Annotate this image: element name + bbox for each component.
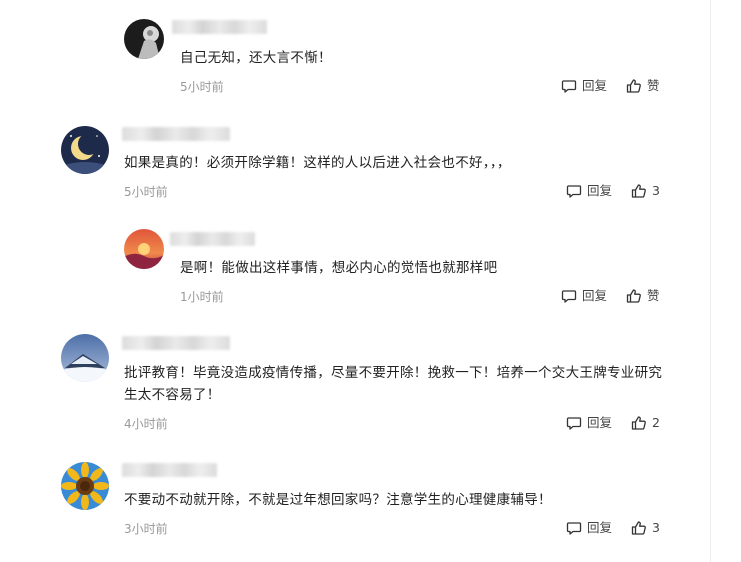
avatar[interactable] xyxy=(124,19,164,59)
comment-time: 4小时前 xyxy=(124,417,168,431)
avatar[interactable] xyxy=(61,126,109,174)
thumbs-up-icon xyxy=(631,184,646,198)
comment-item: 自己无知，还大言不惭！ 5小时前 回复 赞 xyxy=(0,0,700,110)
thumbs-up-icon xyxy=(631,416,646,430)
comment-text: 不要动不动就开除，不就是过年想回家吗？注意学生的心理健康辅导！ xyxy=(124,492,552,508)
username-redacted[interactable] xyxy=(122,127,230,141)
username-redacted[interactable] xyxy=(122,463,217,477)
reply-button[interactable]: 回复 xyxy=(566,183,612,199)
comment-text: 批评教育！毕竟没造成疫情传播，尽量不要开除！挽救一下！培养一个交大王牌专业研究生… xyxy=(124,365,663,403)
comment-text: 如果是真的！必须开除学籍！这样的人以后进入社会也不好，，， xyxy=(124,155,511,171)
username-redacted[interactable] xyxy=(172,20,267,34)
comment-text: 是啊！能做出这样事情，想必内心的觉悟也就那样吧 xyxy=(180,260,498,276)
comment-item: 不要动不动就开除，不就是过年想回家吗？注意学生的心理健康辅导！ 3小时前 回复 … xyxy=(0,450,700,562)
comment-bubble-icon xyxy=(566,185,582,198)
reply-button[interactable]: 回复 xyxy=(561,288,607,304)
username-redacted[interactable] xyxy=(170,232,255,246)
reply-button[interactable]: 回复 xyxy=(566,520,612,536)
comment-bubble-icon xyxy=(566,417,582,430)
like-button[interactable]: 2 xyxy=(631,415,660,431)
reply-button[interactable]: 回复 xyxy=(561,78,607,94)
like-button[interactable]: 赞 xyxy=(626,288,660,304)
like-button[interactable]: 3 xyxy=(631,183,660,199)
comment-time: 5小时前 xyxy=(124,185,168,199)
comment-item: 如果是真的！必须开除学籍！这样的人以后进入社会也不好，，， 5小时前 回复 3 xyxy=(0,110,700,215)
like-count: 2 xyxy=(652,415,660,430)
reply-label: 回复 xyxy=(587,183,613,198)
avatar[interactable] xyxy=(124,229,164,269)
like-label: 赞 xyxy=(647,288,660,303)
like-button[interactable]: 3 xyxy=(631,520,660,536)
scrollbar-gutter[interactable] xyxy=(710,0,741,562)
comment-item: 是啊！能做出这样事情，想必内心的觉悟也就那样吧 1小时前 回复 赞 xyxy=(0,215,700,320)
like-button[interactable]: 赞 xyxy=(626,78,660,94)
comment-item: 批评教育！毕竟没造成疫情传播，尽量不要开除！挽救一下！培养一个交大王牌专业研究生… xyxy=(0,320,700,450)
comment-bubble-icon xyxy=(561,290,577,303)
reply-label: 回复 xyxy=(587,415,613,430)
reply-button[interactable]: 回复 xyxy=(566,415,612,431)
comment-time: 5小时前 xyxy=(180,80,224,94)
comment-text: 自己无知，还大言不惭！ xyxy=(180,50,332,66)
reply-label: 回复 xyxy=(582,288,608,303)
comment-time: 3小时前 xyxy=(124,522,168,536)
thumbs-up-icon xyxy=(626,289,641,303)
like-count: 3 xyxy=(652,183,660,198)
avatar[interactable] xyxy=(61,462,109,510)
username-redacted[interactable] xyxy=(122,336,230,350)
thumbs-up-icon xyxy=(631,521,646,535)
reply-label: 回复 xyxy=(587,520,613,535)
comment-bubble-icon xyxy=(566,522,582,535)
comment-time: 1小时前 xyxy=(180,290,224,304)
comment-bubble-icon xyxy=(561,80,577,93)
thumbs-up-icon xyxy=(626,79,641,93)
reply-label: 回复 xyxy=(582,78,608,93)
avatar[interactable] xyxy=(61,334,109,382)
like-count: 3 xyxy=(652,520,660,535)
like-label: 赞 xyxy=(647,78,660,93)
